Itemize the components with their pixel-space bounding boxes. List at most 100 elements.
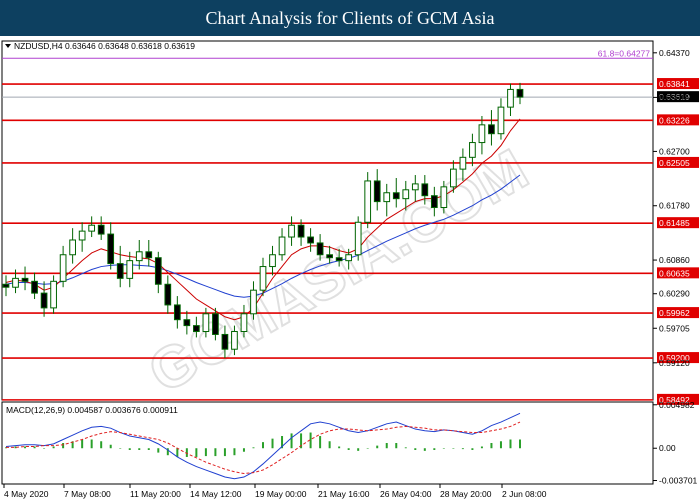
macd-histogram-bar — [347, 448, 350, 450]
candle-body — [497, 106, 505, 135]
candle-body — [21, 277, 29, 282]
x-tick-label: 11 May 20:00 — [130, 489, 181, 499]
chart-area[interactable]: GCMASIA.COM 61.8=0.642770.638410.632260.… — [0, 36, 700, 500]
candle-body — [69, 239, 76, 256]
macd-histogram-bar — [223, 448, 226, 457]
candle-body — [297, 224, 305, 238]
y-tick-label: 0.62700 — [659, 146, 690, 156]
candle-body — [88, 224, 96, 232]
macd-y-tick-label: 0.00 — [659, 443, 676, 453]
candle-body — [354, 221, 362, 256]
candle-body — [316, 242, 324, 256]
macd-histogram-bar — [157, 448, 160, 453]
macd-pane-title: MACD(12,26,9) 0.004587 0.003676 0.000911 — [6, 405, 178, 415]
candle-body — [193, 325, 200, 333]
candle-body — [2, 283, 10, 288]
macd-histogram-bar — [338, 446, 341, 449]
level-label: 0.63841 — [659, 79, 690, 89]
candle-body — [154, 257, 162, 285]
candle — [364, 172, 372, 229]
candle-body — [383, 192, 391, 203]
candle-body — [231, 331, 238, 350]
macd-histogram-bar — [119, 448, 122, 449]
candle-body — [269, 254, 276, 268]
candle-body — [450, 168, 457, 188]
candle-body — [40, 292, 48, 309]
candle-body — [335, 257, 343, 262]
banner-title: Chart Analysis for Clients of GCM Asia — [205, 8, 495, 28]
candle-body — [250, 289, 257, 315]
main-pane-title: NZDUSD,H4 0.63646 0.63648 0.63618 0.6361… — [14, 41, 195, 51]
level-label: 0.62505 — [659, 158, 690, 168]
macd-histogram-bar — [366, 448, 369, 449]
candle-body — [173, 304, 181, 321]
candle-body — [459, 156, 467, 170]
level-label: 0.61485 — [659, 218, 690, 228]
macd-histogram-bar — [195, 448, 198, 457]
candle-body — [278, 236, 286, 256]
macd-histogram-bar — [43, 448, 46, 449]
macd-histogram-bar — [81, 439, 84, 449]
y-tick-label: 0.59705 — [659, 323, 690, 333]
macd-histogram-bar — [233, 448, 236, 456]
candle-body — [440, 186, 448, 209]
x-tick-label: 26 May 04:00 — [380, 489, 432, 499]
macd-histogram-bar — [404, 447, 407, 449]
macd-histogram-bar — [357, 448, 360, 451]
macd-histogram-bar — [100, 441, 103, 449]
candle — [354, 216, 362, 261]
candle-body — [402, 189, 410, 200]
candle-body — [202, 313, 210, 333]
macd-histogram-bar — [461, 448, 464, 450]
candle-body — [421, 183, 429, 197]
y-tick-label: 0.60290 — [659, 289, 690, 299]
candle-body — [50, 280, 57, 309]
candle-body — [326, 254, 333, 259]
macd-histogram-bar — [52, 446, 55, 449]
x-tick-label: 19 May 00:00 — [255, 489, 307, 499]
title-banner: Chart Analysis for Clients of GCM Asia — [0, 0, 700, 36]
candle-body — [507, 88, 514, 108]
candle-body — [126, 260, 134, 279]
level-label: 0.59962 — [659, 308, 690, 318]
macd-histogram-bar — [376, 445, 379, 449]
macd-histogram-bar — [442, 448, 445, 449]
x-tick-label: 7 May 08:00 — [64, 489, 111, 499]
candle-body — [259, 266, 267, 291]
y-tick-label: 0.60860 — [659, 255, 690, 265]
macd-histogram-bar — [271, 438, 274, 449]
macd-histogram-bar — [109, 444, 112, 449]
candle-body — [78, 230, 86, 241]
candle-body — [516, 88, 524, 98]
x-tick-label: 28 May 20:00 — [440, 489, 492, 499]
x-tick-label: 2 Jun 08:00 — [502, 489, 547, 499]
macd-histogram-bar — [147, 448, 150, 450]
macd-histogram-bar — [423, 448, 426, 451]
candle-body — [373, 180, 381, 203]
macd-histogram-bar — [433, 448, 436, 450]
candle-body — [392, 192, 400, 200]
candle-body — [12, 277, 19, 288]
macd-histogram-bar — [62, 443, 65, 449]
macd-histogram-bar — [509, 439, 512, 449]
macd-histogram-bar — [395, 443, 398, 449]
x-tick-label: 21 May 16:00 — [318, 489, 370, 499]
candle-body — [212, 313, 219, 335]
macd-histogram-bar — [204, 448, 207, 457]
y-tick-label: 0.59120 — [659, 358, 690, 368]
y-tick-label: 0.64370 — [659, 48, 690, 58]
candle-body — [430, 195, 438, 209]
macd-y-tick-label: -0.003701 — [659, 476, 698, 486]
fib-label: 61.8=0.64277 — [598, 48, 651, 58]
candle-body — [145, 251, 153, 259]
macd-histogram-bar — [242, 448, 245, 452]
macd-histogram-bar — [214, 448, 217, 457]
candle-body — [97, 224, 105, 235]
x-tick-label: 14 May 12:00 — [190, 489, 242, 499]
macd-histogram-bar — [452, 448, 455, 449]
candle-body — [116, 263, 124, 279]
candle-body — [411, 183, 419, 191]
macd-histogram-bar — [490, 443, 493, 449]
candle-body — [221, 333, 229, 350]
macd-histogram-bar — [128, 448, 131, 450]
